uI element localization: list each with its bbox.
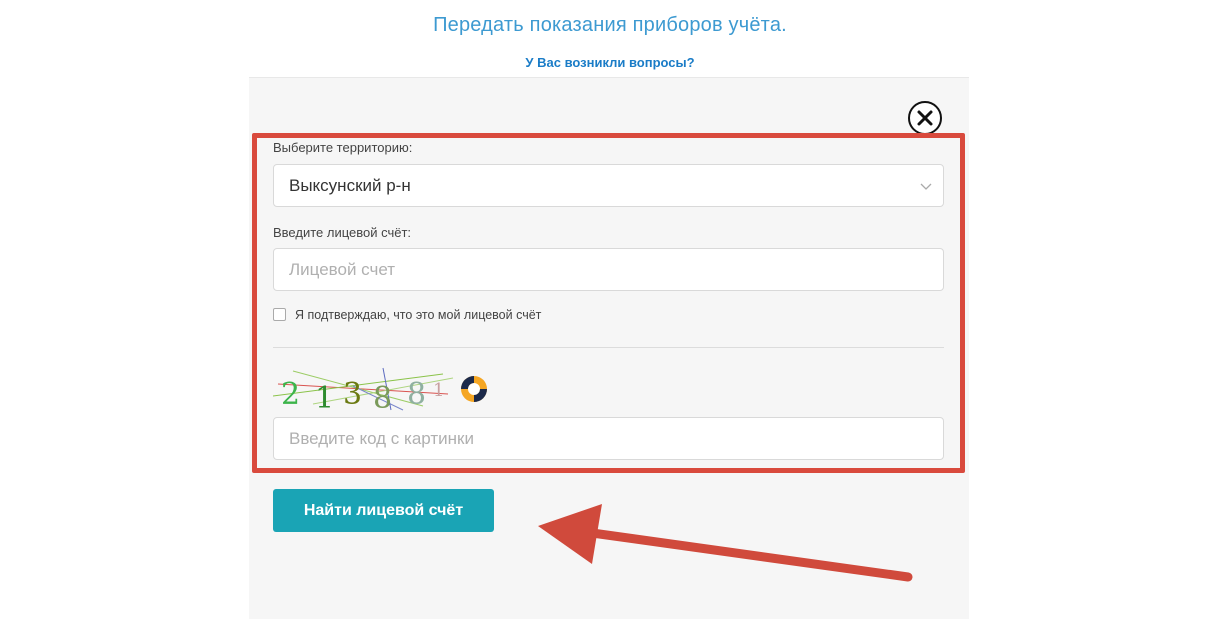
captcha-char: 8 [407,377,426,412]
territory-select[interactable]: Выксунский р-н [273,164,944,207]
account-placeholder: Лицевой счет [289,260,396,279]
captcha-image: 2 1 3 8 8 1 [272,366,458,417]
confirm-label: Я подтверждаю, что это мой лицевой счёт [295,308,542,322]
help-link[interactable]: У Вас возникли вопросы? [0,55,1220,70]
captcha-char: 2 [281,377,300,412]
close-icon[interactable] [908,101,942,135]
captcha-char: 3 [343,377,362,412]
territory-value: Выксунский р-н [289,176,411,195]
divider [273,347,944,348]
captcha-placeholder: Введите код с картинки [289,429,474,448]
account-input[interactable]: Лицевой счет [273,248,944,291]
chevron-down-icon [919,178,933,198]
confirm-checkbox[interactable] [273,308,286,321]
captcha-char: 1 [433,380,444,401]
page-title: Передать показания приборов учёта. [433,14,787,36]
account-label: Введите лицевой счёт: [273,225,412,240]
captcha-char: 1 [315,381,334,412]
captcha-char: 8 [373,381,392,412]
pointer-arrow [530,498,920,603]
territory-label: Выберите территорию: [273,140,413,155]
captcha-input[interactable]: Введите код с картинки [273,417,944,460]
find-account-button[interactable]: Найти лицевой счёт [273,489,494,532]
refresh-icon[interactable] [458,373,490,410]
